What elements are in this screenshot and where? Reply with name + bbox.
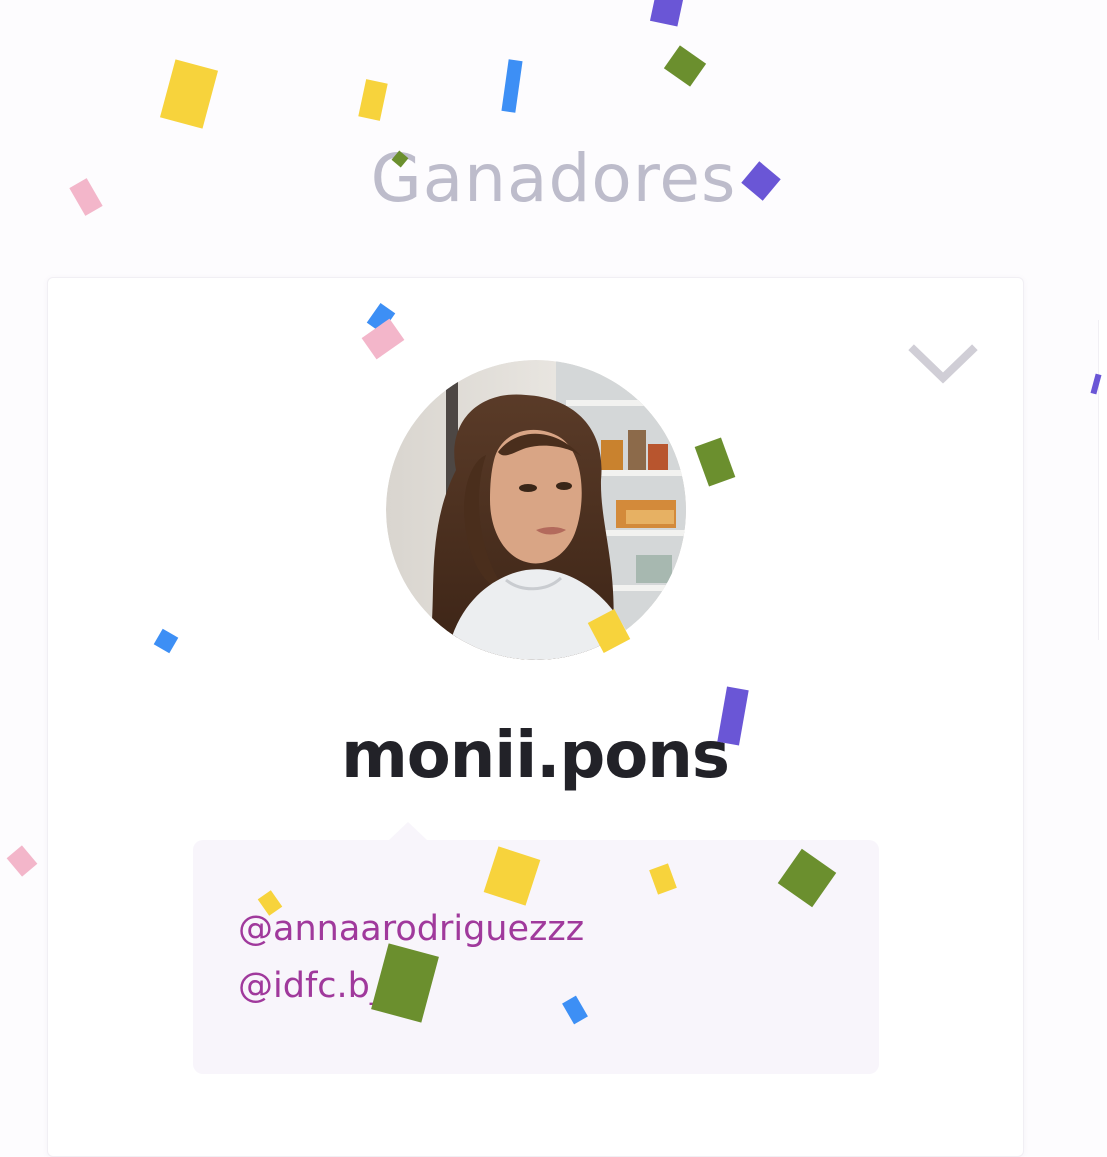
avatar	[386, 360, 686, 660]
confetti-piece	[6, 845, 38, 877]
mentions-box: @annaarodriguezzz @idfc.b__	[193, 840, 879, 1074]
mentions-pointer	[388, 822, 428, 841]
confetti-piece	[649, 0, 685, 27]
page-title: Ganadores	[370, 140, 737, 217]
mention-link[interactable]: @idfc.b__	[238, 969, 405, 1004]
winner-username: monii.pons	[341, 719, 730, 793]
next-card-edge	[1098, 320, 1107, 640]
confetti-piece	[663, 45, 707, 87]
mention-link[interactable]: @annaarodriguezzz	[238, 912, 584, 947]
confetti-piece	[358, 79, 388, 121]
confetti-piece	[159, 59, 219, 129]
chevron-down-icon[interactable]	[908, 340, 978, 386]
confetti-piece	[501, 59, 523, 113]
